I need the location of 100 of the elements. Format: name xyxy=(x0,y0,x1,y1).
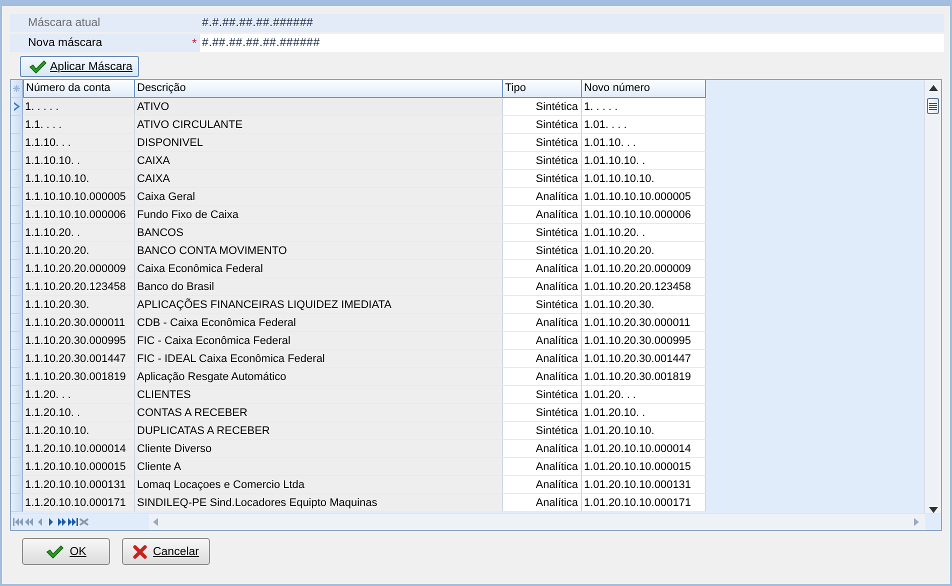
table-cell: Sintética xyxy=(503,170,582,188)
nav-prevpage-icon[interactable] xyxy=(24,518,34,526)
row-indicator[interactable] xyxy=(11,278,23,296)
table-cell: 1.1.20.10.10.000171 xyxy=(23,494,135,512)
table-cell: Lomaq Locaçoes e Comercio Ltda xyxy=(135,476,503,494)
scroll-right-icon[interactable] xyxy=(914,518,919,526)
row-indicator[interactable] xyxy=(11,170,23,188)
row-indicator[interactable] xyxy=(11,206,23,224)
nav-next-icon[interactable] xyxy=(46,518,56,526)
table-cell: Sintética xyxy=(503,224,582,242)
cancel-button[interactable]: Cancelar xyxy=(122,538,210,565)
row-indicator[interactable] xyxy=(11,296,23,314)
table-cell: Aplicação Resgate Automático xyxy=(135,368,503,386)
column-header[interactable]: Novo número xyxy=(582,80,706,98)
table-cell: SINDILEQ-PE Sind.Locadores Equipto Maquinas xyxy=(135,494,503,512)
table-cell: ATIVO CIRCULANTE xyxy=(135,116,503,134)
table-cell: 1.1.10.20.30.000995 xyxy=(23,332,135,350)
table-cell: 1.1.20.10.10.000131 xyxy=(23,476,135,494)
nav-first-icon[interactable] xyxy=(13,518,23,526)
table-cell: DISPONIVEL xyxy=(135,134,503,152)
table-cell: 1.01.10.10.10.000005 xyxy=(582,188,706,206)
table-cell: Caixa Geral xyxy=(135,188,503,206)
nav-nextpage-icon[interactable] xyxy=(57,518,67,526)
row-indicator[interactable] xyxy=(11,314,23,332)
scroll-down-icon[interactable] xyxy=(928,507,938,513)
table-cell: 1.01. . . . xyxy=(582,116,706,134)
row-indicator[interactable] xyxy=(11,422,23,440)
table-cell: 1.1.10.20. . xyxy=(23,224,135,242)
column-header[interactable]: Tipo xyxy=(503,80,582,98)
nav-cancel-icon[interactable] xyxy=(79,518,89,526)
table-cell: Analítica xyxy=(503,260,582,278)
table-cell: 1.1.10.20.30. xyxy=(23,296,135,314)
required-mark: * xyxy=(192,36,198,50)
row-indicator[interactable] xyxy=(11,476,23,494)
row-indicator[interactable] xyxy=(11,350,23,368)
table-cell: Analítica xyxy=(503,458,582,476)
table-cell: CONTAS A RECEBER xyxy=(135,404,503,422)
row-indicator[interactable] xyxy=(11,404,23,422)
table-cell: CAIXA xyxy=(135,170,503,188)
column-header[interactable]: Descrição xyxy=(135,80,503,98)
table-cell: Sintética xyxy=(503,422,582,440)
table-cell: CDB - Caixa Econômica Federal xyxy=(135,314,503,332)
table-cell: 1.01.10.20.30.000011 xyxy=(582,314,706,332)
table-cell: 1.1.20. . . xyxy=(23,386,135,404)
row-indicator[interactable] xyxy=(11,152,23,170)
table-cell: 1.01.10. . . xyxy=(582,134,706,152)
table-cell: Cliente Diverso xyxy=(135,440,503,458)
table-cell: 1.1. . . . xyxy=(23,116,135,134)
ok-button[interactable]: OK xyxy=(22,538,110,565)
table-cell: 1.1.10.10.10. xyxy=(23,170,135,188)
row-indicator[interactable] xyxy=(11,368,23,386)
column-header[interactable]: Número da conta xyxy=(23,80,135,98)
row-indicator[interactable] xyxy=(11,386,23,404)
apply-mask-button[interactable]: Aplicar Máscara xyxy=(20,56,140,77)
row-indicator[interactable] xyxy=(11,440,23,458)
table-cell: 1.1.10.20.30.001819 xyxy=(23,368,135,386)
horizontal-scrollbar[interactable] xyxy=(149,514,925,530)
field-label: Máscara atual xyxy=(27,17,102,29)
table-cell: 1.1.20.10.10.000015 xyxy=(23,458,135,476)
row-indicator[interactable] xyxy=(11,494,23,512)
checkmark-icon xyxy=(46,544,64,558)
checkmark-icon xyxy=(29,60,47,74)
table-cell: Sintética xyxy=(503,386,582,404)
table-cell: Cliente A xyxy=(135,458,503,476)
table-cell: BANCOS xyxy=(135,224,503,242)
table-cell: 1.1.10.10.10.000005 xyxy=(23,188,135,206)
table-cell: Banco do Brasil xyxy=(135,278,503,296)
field-label: Nova máscara xyxy=(27,37,104,49)
table-cell: 1.01.10.20.20.123458 xyxy=(582,278,706,296)
row-indicator[interactable] xyxy=(11,260,23,278)
table-cell: 1.01.20.10. . xyxy=(582,404,706,422)
table-cell: 1.1.10.10. . xyxy=(23,152,135,170)
new-mask-field[interactable]: #.##.##.##.##.###### xyxy=(200,34,944,52)
table-cell: 1.1.10.20.20.123458 xyxy=(23,278,135,296)
table-cell: Caixa Econômica Federal xyxy=(135,260,503,278)
table-cell: 1.1.10.20.30.001447 xyxy=(23,350,135,368)
row-indicator[interactable] xyxy=(11,458,23,476)
table-cell: 1.01.20. . . xyxy=(582,386,706,404)
row-indicator[interactable] xyxy=(11,116,23,134)
table-cell: DUPLICATAS A RECEBER xyxy=(135,422,503,440)
table-cell: CLIENTES xyxy=(135,386,503,404)
table-cell: 1.01.20.10.10.000015 xyxy=(582,458,706,476)
row-indicator[interactable] xyxy=(11,188,23,206)
row-indicator[interactable] xyxy=(11,332,23,350)
nav-last-icon[interactable] xyxy=(68,518,78,526)
table-cell: Analítica xyxy=(503,314,582,332)
scroll-left-icon[interactable] xyxy=(153,518,158,526)
row-indicator[interactable] xyxy=(11,134,23,152)
table-cell: 1. . . . . xyxy=(582,98,706,116)
table-cell: 1.1.10.20.20.000009 xyxy=(23,260,135,278)
row-indicator[interactable] xyxy=(11,98,23,116)
scroll-thumb[interactable] xyxy=(927,98,939,114)
table-cell: Analítica xyxy=(503,278,582,296)
table-cell: Analítica xyxy=(503,350,582,368)
table-cell: 1.1.20.10.10. xyxy=(23,422,135,440)
table-cell: Sintética xyxy=(503,242,582,260)
scroll-up-icon[interactable] xyxy=(928,85,938,91)
row-indicator[interactable] xyxy=(11,224,23,242)
row-indicator[interactable] xyxy=(11,242,23,260)
table-cell: CAIXA xyxy=(135,152,503,170)
